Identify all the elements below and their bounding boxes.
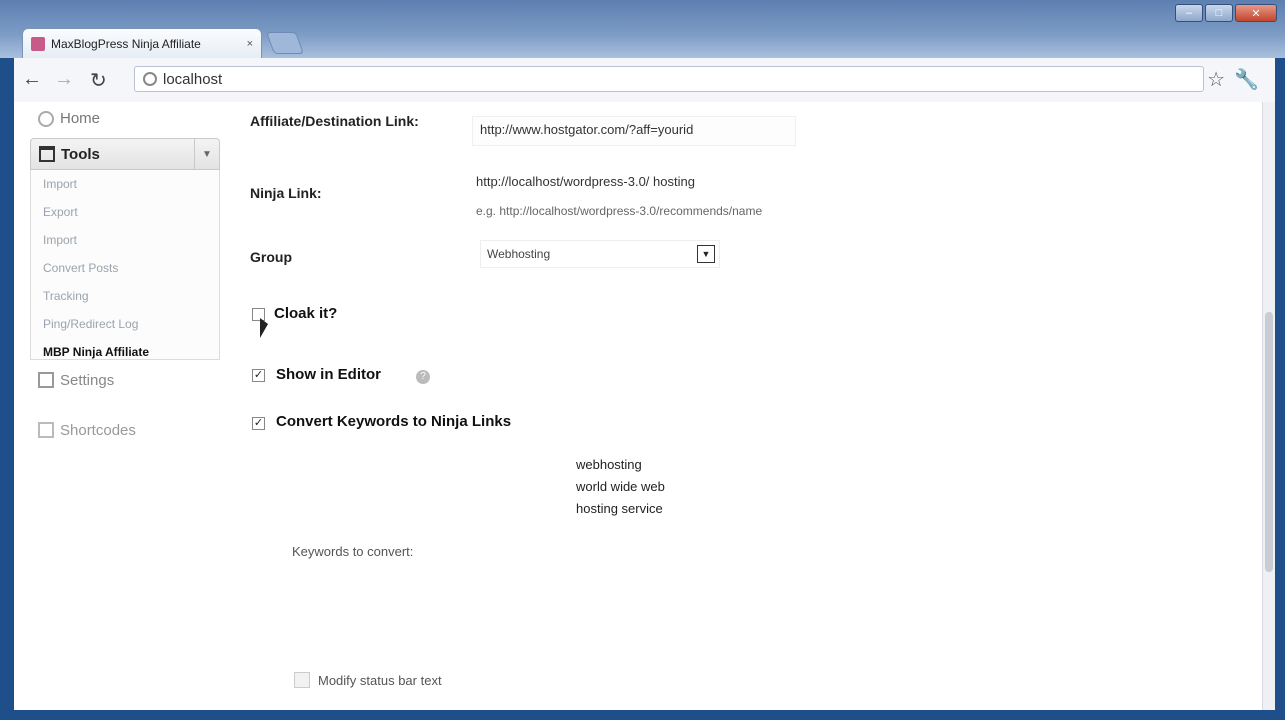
favicon-icon <box>31 36 45 51</box>
group-select[interactable]: Webhosting ▼ <box>480 240 720 268</box>
help-icon[interactable]: ? <box>416 370 430 384</box>
cloak-label: Cloak it? <box>274 305 338 322</box>
window-titlebar: – □ ✕ MaxBlogPress Ninja Affiliate × <box>0 0 1285 58</box>
submenu-item[interactable]: Import <box>43 226 219 254</box>
group-label: Group <box>250 249 292 265</box>
status-bar-label: Modify status bar text <box>318 672 442 688</box>
ninja-link-hint: e.g. http://localhost/wordpress-3.0/reco… <box>476 204 763 218</box>
close-tab-icon[interactable]: × <box>247 38 253 50</box>
keywords-list[interactable]: webhosting world wide web hosting servic… <box>576 454 665 520</box>
minimize-button[interactable]: – <box>1175 4 1203 22</box>
sidebar-item-home[interactable]: Home <box>38 110 100 127</box>
address-bar[interactable]: localhost <box>134 66 1204 92</box>
show-in-editor-label: Show in Editor <box>276 366 381 383</box>
wrench-icon[interactable]: 🔧 <box>1234 67 1259 92</box>
home-icon <box>38 110 54 127</box>
forward-arrow-icon[interactable]: → <box>54 68 74 91</box>
window-controls: – □ ✕ <box>1175 4 1277 22</box>
sidebar-item-label: Home <box>60 110 101 127</box>
globe-icon <box>143 72 157 86</box>
sidebar-item-label: Shortcodes <box>60 421 136 439</box>
convert-keywords-label: Convert Keywords to Ninja Links <box>276 413 512 430</box>
ninja-link-label: Ninja Link: <box>250 185 322 201</box>
submenu-item[interactable]: Ping/Redirect Log <box>43 310 219 338</box>
chevron-down-icon[interactable]: ▼ <box>194 139 219 169</box>
maximize-button[interactable]: □ <box>1205 4 1233 22</box>
settings-icon <box>38 372 54 388</box>
affiliate-link-label: Affiliate/Destination Link: <box>250 113 419 129</box>
scrollbar-thumb[interactable] <box>1265 312 1273 572</box>
status-bar-option[interactable]: Modify status bar text <box>294 672 442 688</box>
submenu-item[interactable]: Import <box>43 170 219 198</box>
admin-sidebar: Home Tools ▼ Import Export Import Conver… <box>28 102 224 710</box>
ninja-link-value[interactable]: http://localhost/wordpress-3.0/ hosting <box>476 174 695 189</box>
keyword-item: world wide web <box>576 479 665 494</box>
affiliate-link-value: http://www.hostgator.com/?aff=yourid <box>480 122 694 137</box>
plugin-icon <box>38 422 54 438</box>
sidebar-item-shortcodes[interactable]: Shortcodes <box>30 414 220 446</box>
tab-title: MaxBlogPress Ninja Affiliate <box>51 36 201 51</box>
bookmark-star-icon[interactable]: ☆ <box>1207 67 1225 92</box>
submenu-item-current[interactable]: MBP Ninja Affiliate <box>43 338 219 366</box>
back-arrow-icon[interactable]: ← <box>22 68 42 91</box>
sidebar-item-label: Tools <box>61 145 100 163</box>
sidebar-item-label: Settings <box>60 371 115 389</box>
browser-tab[interactable]: MaxBlogPress Ninja Affiliate × <box>22 28 262 58</box>
page-content: Home Tools ▼ Import Export Import Conver… <box>14 102 1275 710</box>
browser-toolbar: ← → ↻ localhost ☆ 🔧 <box>14 58 1275 103</box>
vertical-scrollbar[interactable] <box>1262 102 1275 710</box>
url-text: localhost <box>163 70 223 88</box>
convert-keywords-checkbox[interactable]: ✓ <box>252 417 265 430</box>
sidebar-item-settings[interactable]: Settings <box>30 364 220 396</box>
submenu-item[interactable]: Export <box>43 198 219 226</box>
close-window-button[interactable]: ✕ <box>1235 4 1277 22</box>
keyword-item: hosting service <box>576 501 663 516</box>
reload-icon[interactable]: ↻ <box>90 68 107 93</box>
keyword-item: webhosting <box>576 457 642 472</box>
status-checkbox[interactable] <box>294 672 310 688</box>
mouse-cursor-icon <box>260 318 268 338</box>
submenu-item[interactable]: Tracking <box>43 282 219 310</box>
tools-submenu: Import Export Import Convert Posts Track… <box>30 170 220 360</box>
chevron-down-icon[interactable]: ▼ <box>697 245 715 263</box>
group-select-value: Webhosting <box>487 247 551 261</box>
tools-icon <box>39 146 55 162</box>
sidebar-item-tools[interactable]: Tools ▼ <box>30 138 220 170</box>
keywords-to-convert-label: Keywords to convert: <box>292 544 414 559</box>
new-tab-button[interactable] <box>265 32 305 54</box>
show-in-editor-checkbox[interactable]: ✓ <box>252 369 265 382</box>
submenu-item[interactable]: Convert Posts <box>43 254 219 282</box>
